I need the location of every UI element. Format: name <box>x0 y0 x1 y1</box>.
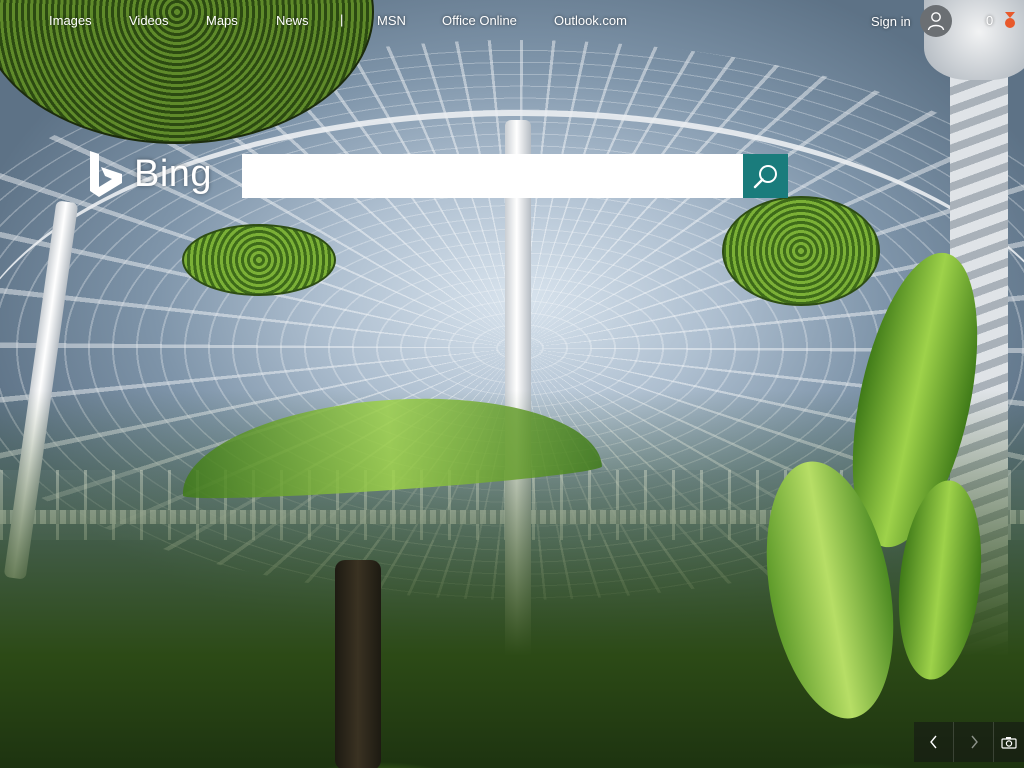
sign-in-link[interactable]: Sign in <box>871 14 911 29</box>
nav-link-news[interactable]: News <box>276 13 309 28</box>
search-button[interactable] <box>743 154 788 198</box>
rewards-medal-icon[interactable] <box>1003 12 1017 30</box>
nav-link-videos[interactable]: Videos <box>129 13 169 28</box>
chevron-right-icon <box>970 735 978 749</box>
camera-icon <box>1001 736 1017 749</box>
fern-trunk <box>335 560 381 768</box>
nav-separator: | <box>340 12 344 27</box>
nav-link-outlook[interactable]: Outlook.com <box>554 13 627 28</box>
rewards-count[interactable]: 0 <box>986 13 993 28</box>
nav-link-msn[interactable]: MSN <box>377 13 406 28</box>
previous-image-button[interactable] <box>914 722 954 762</box>
image-controls <box>914 722 1024 762</box>
top-nav: Images Videos Maps News | MSN Office Onl… <box>0 0 1024 42</box>
bing-logo-icon <box>90 151 122 197</box>
search-icon <box>753 165 777 189</box>
nav-link-office-online[interactable]: Office Online <box>442 13 517 28</box>
avatar[interactable] <box>920 5 952 37</box>
next-image-button[interactable] <box>954 722 994 762</box>
chevron-left-icon <box>929 735 937 749</box>
hanging-planter-right <box>722 196 880 306</box>
hanging-planter-left <box>182 224 336 296</box>
image-info-button[interactable] <box>994 722 1024 762</box>
nav-link-maps[interactable]: Maps <box>206 13 238 28</box>
search-input[interactable] <box>242 154 743 198</box>
background-image <box>0 0 1024 768</box>
bing-logo-text: Bing <box>134 152 213 195</box>
bing-logo[interactable]: Bing <box>88 148 218 200</box>
user-icon <box>927 12 945 31</box>
nav-link-images[interactable]: Images <box>49 13 92 28</box>
